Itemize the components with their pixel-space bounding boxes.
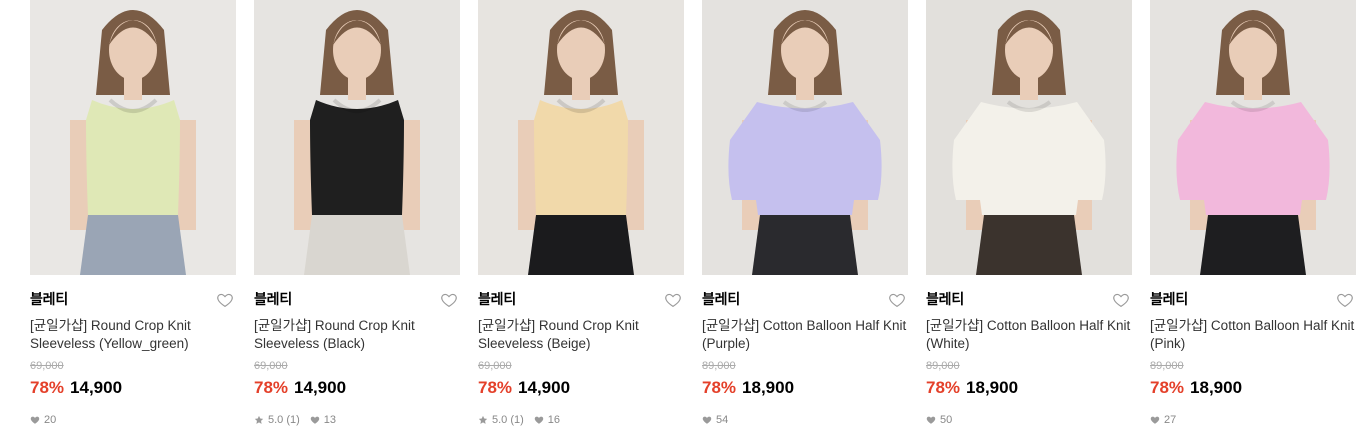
wishlist-heart-icon[interactable] — [216, 291, 234, 309]
product-name[interactable]: [균일가샵] Round Crop Knit Sleeveless (Beige… — [478, 317, 684, 353]
discount-rate: 78% — [478, 378, 513, 397]
brand-name[interactable]: 블레티 — [254, 291, 292, 307]
likes-count: 50 — [940, 414, 953, 426]
product-image[interactable] — [478, 0, 684, 275]
likes: 13 — [310, 413, 336, 427]
brand-name[interactable]: 블레티 — [30, 291, 68, 307]
wishlist-heart-icon[interactable] — [1336, 291, 1354, 309]
rating-value: 5.0 (1) — [268, 414, 300, 426]
rating: 5.0 (1) — [254, 413, 300, 427]
product-card[interactable]: 블레티 [균일가샵] Cotton Balloon Half Knit (Whi… — [926, 0, 1132, 427]
discount-rate: 78% — [30, 378, 65, 397]
wishlist-heart-icon[interactable] — [664, 291, 682, 309]
product-image[interactable] — [30, 0, 236, 275]
likes-count: 16 — [547, 414, 561, 426]
likes: 20 — [30, 413, 56, 427]
likes-count: 20 — [44, 414, 57, 426]
product-image[interactable] — [1150, 0, 1356, 275]
product-card[interactable]: 블레티 [균일가샵] Cotton Balloon Half Knit (Pur… — [702, 0, 908, 427]
price-row: 78% 18,900 — [1150, 377, 1356, 399]
product-card[interactable]: 블레티 [균일가샵] Round Crop Knit Sleeveless (Y… — [30, 0, 236, 427]
original-price: 69,000 — [478, 360, 512, 372]
product-meta: 27 — [1150, 413, 1356, 427]
likes-heart-icon — [1150, 416, 1160, 424]
product-name[interactable]: [균일가샵] Cotton Balloon Half Knit (Purple) — [702, 317, 908, 353]
brand-row: 블레티 — [702, 289, 908, 313]
sale-price: 14,900 — [294, 378, 347, 397]
price-row: 78% 18,900 — [926, 377, 1132, 399]
product-name[interactable]: [균일가샵] Cotton Balloon Half Knit (Pink) — [1150, 317, 1356, 353]
likes: 50 — [926, 413, 952, 427]
discount-rate: 78% — [254, 378, 289, 397]
likes: 54 — [702, 413, 728, 427]
product-image[interactable] — [926, 0, 1132, 275]
wishlist-heart-icon[interactable] — [888, 291, 906, 309]
likes-heart-icon — [926, 416, 936, 424]
product-card[interactable]: 블레티 [균일가샵] Cotton Balloon Half Knit (Pin… — [1150, 0, 1356, 427]
price-row: 78% 18,900 — [702, 377, 908, 399]
product-image[interactable] — [254, 0, 460, 275]
price-row: 78% 14,900 — [30, 377, 236, 399]
star-icon — [478, 415, 488, 424]
sale-price: 14,900 — [70, 378, 123, 397]
product-meta: 20 — [30, 413, 236, 427]
discount-rate: 78% — [926, 378, 961, 397]
likes-heart-icon — [702, 416, 712, 424]
wishlist-heart-icon[interactable] — [440, 291, 458, 309]
brand-row: 블레티 — [30, 289, 236, 313]
likes-count: 27 — [1164, 414, 1177, 426]
likes-count: 13 — [323, 414, 337, 426]
likes-heart-icon — [30, 416, 40, 424]
wishlist-heart-icon[interactable] — [1112, 291, 1130, 309]
product-card[interactable]: 블레티 [균일가샵] Round Crop Knit Sleeveless (B… — [254, 0, 460, 427]
sale-price: 18,900 — [966, 378, 1019, 397]
sale-price: 14,900 — [518, 378, 571, 397]
rating: 5.0 (1) — [478, 413, 524, 427]
likes: 16 — [534, 413, 560, 427]
product-name[interactable]: [균일가샵] Round Crop Knit Sleeveless (Black… — [254, 317, 460, 353]
brand-row: 블레티 — [478, 289, 684, 313]
product-meta: 5.0 (1) 13 — [254, 413, 460, 427]
brand-row: 블레티 — [926, 289, 1132, 313]
price-row: 78% 14,900 — [478, 377, 684, 399]
product-image[interactable] — [702, 0, 908, 275]
likes-heart-icon — [534, 416, 544, 424]
likes: 27 — [1150, 413, 1176, 427]
product-meta: 5.0 (1) 16 — [478, 413, 684, 427]
original-price: 69,000 — [30, 360, 64, 372]
brand-name[interactable]: 블레티 — [926, 291, 964, 307]
original-price: 69,000 — [254, 360, 288, 372]
brand-row: 블레티 — [1150, 289, 1356, 313]
brand-name[interactable]: 블레티 — [702, 291, 740, 307]
brand-row: 블레티 — [254, 289, 460, 313]
brand-name[interactable]: 블레티 — [1150, 291, 1188, 307]
discount-rate: 78% — [1150, 378, 1185, 397]
product-meta: 54 — [702, 413, 908, 427]
sale-price: 18,900 — [1190, 378, 1243, 397]
original-price: 89,000 — [1150, 360, 1184, 372]
original-price: 89,000 — [926, 360, 960, 372]
rating-value: 5.0 (1) — [492, 414, 524, 426]
product-grid: 블레티 [균일가샵] Round Crop Knit Sleeveless (Y… — [0, 0, 1366, 438]
likes-heart-icon — [310, 416, 320, 424]
brand-name[interactable]: 블레티 — [478, 291, 516, 307]
product-card[interactable]: 블레티 [균일가샵] Round Crop Knit Sleeveless (B… — [478, 0, 684, 427]
product-meta: 50 — [926, 413, 1132, 427]
discount-rate: 78% — [702, 378, 737, 397]
product-name[interactable]: [균일가샵] Cotton Balloon Half Knit (White) — [926, 317, 1132, 353]
sale-price: 18,900 — [742, 378, 795, 397]
likes-count: 54 — [716, 414, 729, 426]
original-price: 89,000 — [702, 360, 736, 372]
product-name[interactable]: [균일가샵] Round Crop Knit Sleeveless (Yello… — [30, 317, 236, 353]
price-row: 78% 14,900 — [254, 377, 460, 399]
star-icon — [254, 415, 264, 424]
